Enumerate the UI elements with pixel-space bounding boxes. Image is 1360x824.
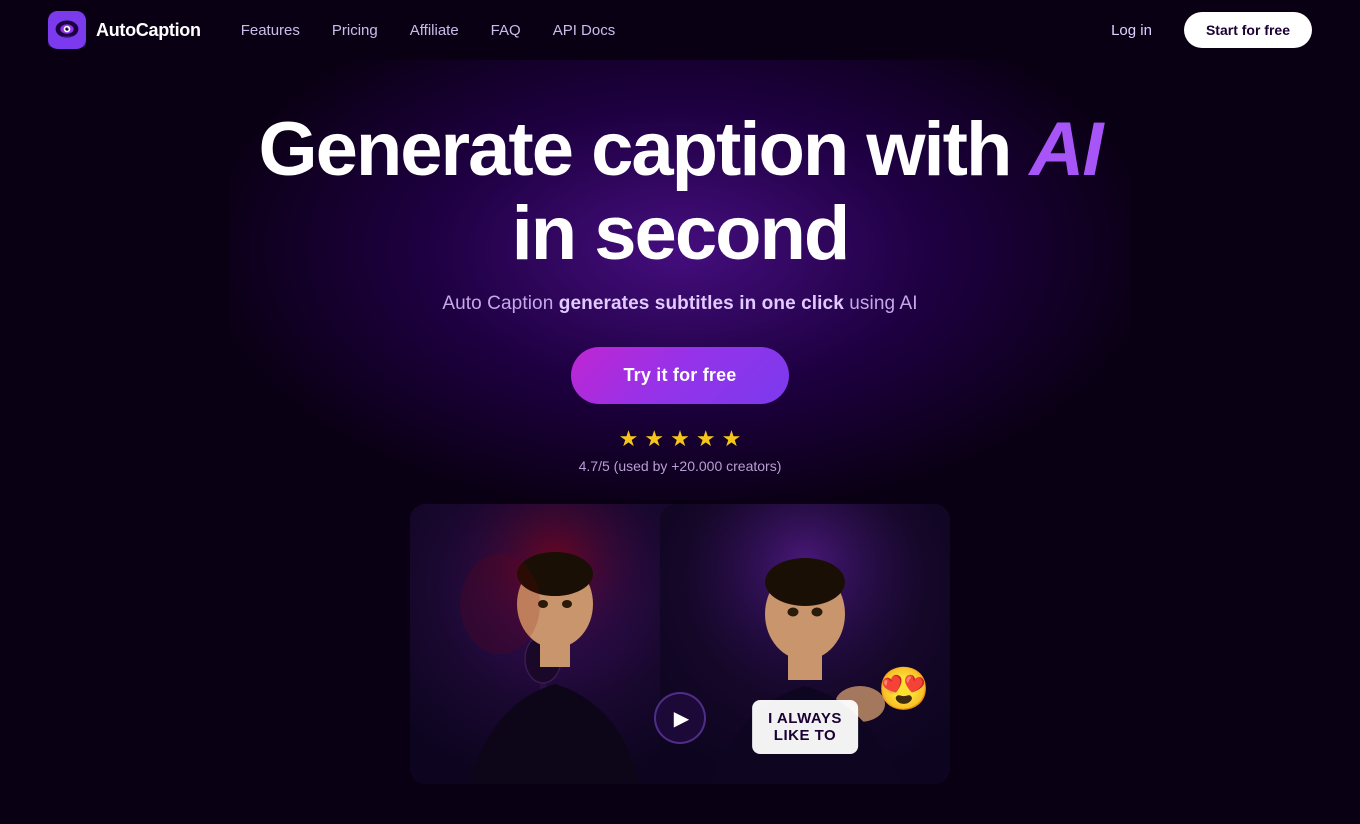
video-card-right: I ALWAYS LIKE TO 😍 bbox=[660, 504, 950, 784]
nav-link-affiliate[interactable]: Affiliate bbox=[410, 22, 459, 39]
video-section: ▶ bbox=[0, 504, 1360, 784]
arrow-right-icon: ▶ bbox=[674, 706, 689, 731]
hero-headline: Generate caption with AI in second bbox=[0, 108, 1360, 275]
person-left-svg bbox=[410, 504, 700, 784]
nav-link-faq[interactable]: FAQ bbox=[491, 22, 521, 39]
nav-link-api-docs[interactable]: API Docs bbox=[553, 22, 616, 39]
star-1: ★ bbox=[619, 426, 639, 452]
nav-right: Log in Start for free bbox=[1099, 12, 1312, 48]
rating-section: ★ ★ ★ ★ ★ 4.7/5 (used by +20.000 creator… bbox=[0, 426, 1360, 474]
video-placeholder-right: I ALWAYS LIKE TO 😍 bbox=[660, 504, 950, 784]
autocaption-logo-icon bbox=[48, 11, 86, 49]
star-2: ★ bbox=[644, 426, 664, 452]
cta-wrapper: Try it for free bbox=[0, 347, 1360, 404]
nav-link-pricing[interactable]: Pricing bbox=[332, 22, 378, 39]
video-placeholder-left bbox=[410, 504, 700, 784]
caption-line1: I ALWAYS bbox=[768, 710, 842, 727]
stars-row: ★ ★ ★ ★ ★ bbox=[619, 426, 742, 452]
navbar: AutoCaption Features Pricing Affiliate F… bbox=[0, 0, 1360, 60]
nav-left: AutoCaption Features Pricing Affiliate F… bbox=[48, 11, 615, 49]
video-card-left bbox=[410, 504, 700, 784]
rating-detail: (used by +20.000 creators) bbox=[614, 458, 782, 474]
star-4: ★ bbox=[696, 426, 716, 452]
start-free-button[interactable]: Start for free bbox=[1184, 12, 1312, 48]
caption-text-overlay: I ALWAYS LIKE TO bbox=[752, 700, 858, 754]
logo-text: AutoCaption bbox=[96, 20, 201, 41]
star-3: ★ bbox=[670, 426, 690, 452]
caption-line2: LIKE TO bbox=[768, 727, 842, 744]
nav-link-features[interactable]: Features bbox=[241, 22, 300, 39]
logo[interactable]: AutoCaption bbox=[48, 11, 201, 49]
hero-section: Generate caption with AI in second Auto … bbox=[0, 60, 1360, 824]
login-button[interactable]: Log in bbox=[1099, 14, 1164, 47]
next-arrow-button[interactable]: ▶ bbox=[654, 692, 706, 744]
subtitle-after: using AI bbox=[844, 293, 918, 314]
hero-subtitle: Auto Caption generates subtitles in one … bbox=[0, 293, 1360, 315]
headline-normal: Generate caption with bbox=[258, 107, 1010, 192]
subtitle-before: Auto Caption bbox=[442, 293, 558, 314]
subtitle-highlight: generates subtitles in one click bbox=[559, 293, 844, 314]
try-free-button[interactable]: Try it for free bbox=[571, 347, 788, 404]
headline-line2: in second bbox=[0, 192, 1360, 276]
star-5: ★ bbox=[722, 426, 742, 452]
rating-text: 4.7/5 (used by +20.000 creators) bbox=[579, 458, 782, 474]
rating-value: 4.7/5 bbox=[579, 458, 610, 474]
headline-ai: AI bbox=[1030, 107, 1102, 192]
emoji-overlay: 😍 bbox=[878, 665, 930, 714]
nav-links: Features Pricing Affiliate FAQ API Docs bbox=[241, 22, 616, 39]
